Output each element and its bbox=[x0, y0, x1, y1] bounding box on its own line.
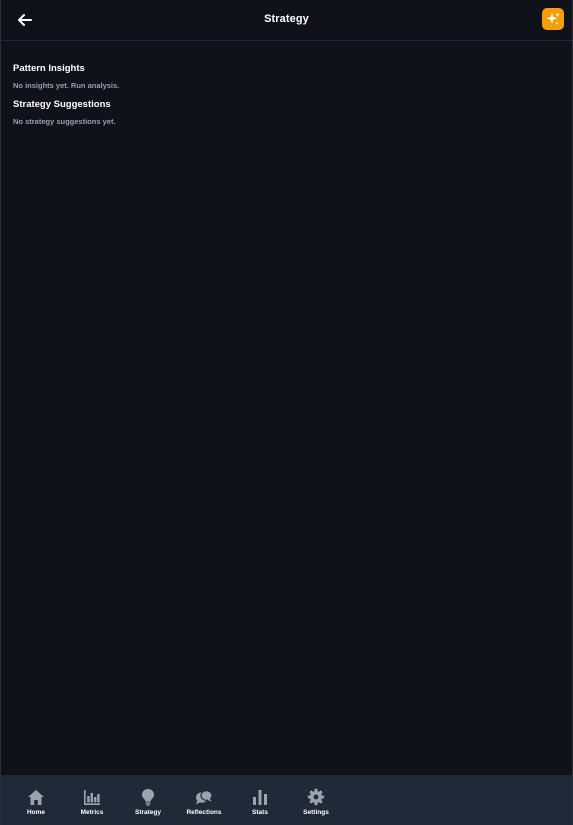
nav-label: Strategy bbox=[134, 809, 161, 816]
ai-analyze-button[interactable] bbox=[542, 8, 564, 30]
nav-item-reflections[interactable]: Reflections bbox=[176, 775, 232, 825]
bar-chart-icon bbox=[83, 788, 101, 806]
home-icon bbox=[27, 788, 45, 806]
strategy-suggestions-section: Strategy Suggestions No strategy suggest… bbox=[13, 99, 560, 127]
section-title: Strategy Suggestions bbox=[13, 99, 111, 110]
nav-label: Reflections bbox=[186, 809, 222, 816]
pattern-insights-section: Pattern Insights No insights yet. Run an… bbox=[13, 63, 560, 91]
nav-label: Metrics bbox=[80, 809, 104, 816]
nav-label: Home bbox=[26, 809, 46, 816]
nav-item-stats[interactable]: Stats bbox=[232, 775, 288, 825]
top-bar: Strategy bbox=[1, 0, 572, 41]
lightbulb-icon bbox=[139, 788, 157, 806]
bottom-navigation: Home Metrics Strategy Reflections Stats … bbox=[1, 775, 572, 825]
page-title: Strategy bbox=[264, 13, 309, 25]
chat-bubbles-icon bbox=[195, 788, 213, 806]
main-content: Pattern Insights No insights yet. Run an… bbox=[13, 63, 560, 127]
sparkles-icon bbox=[546, 12, 560, 25]
nav-item-settings[interactable]: Settings bbox=[288, 775, 344, 825]
nav-label: Stats bbox=[252, 809, 268, 816]
stats-icon bbox=[251, 788, 269, 806]
gear-icon bbox=[307, 788, 325, 806]
nav-item-metrics[interactable]: Metrics bbox=[64, 775, 120, 825]
empty-state-text: No insights yet. Run analysis. bbox=[13, 81, 120, 90]
empty-state-text: No strategy suggestions yet. bbox=[13, 117, 116, 126]
nav-item-home[interactable]: Home bbox=[8, 775, 64, 825]
section-title: Pattern Insights bbox=[13, 63, 85, 74]
app-window: Strategy Pattern Insights No insights ye… bbox=[0, 0, 573, 825]
nav-item-strategy[interactable]: Strategy bbox=[120, 775, 176, 825]
nav-label: Settings bbox=[303, 809, 329, 816]
